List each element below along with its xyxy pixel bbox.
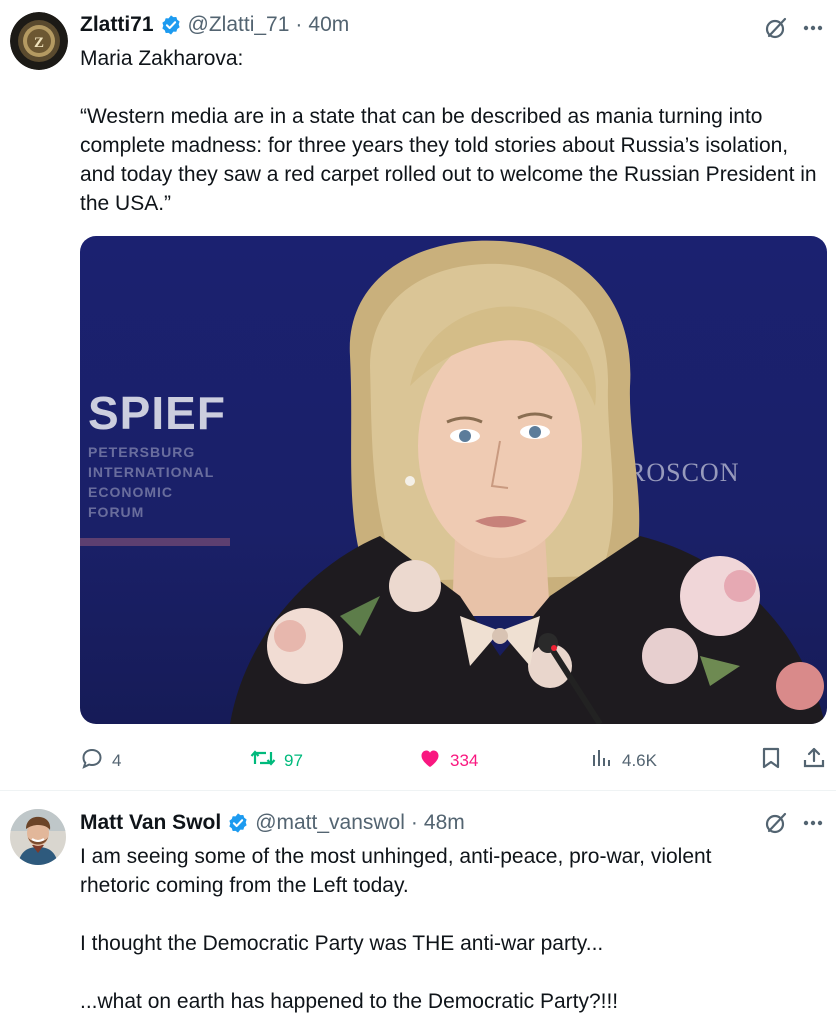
separator-dot: · <box>295 13 303 36</box>
tweet-header: Matt Van Swol @matt_vanswol · 48m <box>80 811 465 835</box>
verified-badge-icon <box>160 14 182 36</box>
timestamp[interactable]: 40m <box>308 13 349 37</box>
handle[interactable]: @matt_vanswol <box>255 811 405 835</box>
avatar[interactable] <box>10 809 66 865</box>
tweet-text: Maria Zakharova: “Western media are in a… <box>80 44 820 218</box>
tweet-text-blank <box>80 73 820 102</box>
avatar[interactable]: Z <box>10 12 68 70</box>
tweet-action-bar: 4 97 334 4.6K <box>80 744 830 774</box>
timestamp[interactable]: 48m <box>424 811 465 835</box>
tweet-text-blank <box>80 958 780 987</box>
repost-button[interactable]: 97 <box>250 746 303 775</box>
share-button[interactable] <box>802 746 826 775</box>
verified-badge-icon <box>227 812 249 834</box>
more-icon[interactable] <box>802 16 824 45</box>
portrait-illustration <box>230 240 825 724</box>
views-count: 4.6K <box>622 750 657 770</box>
tweet-text-line: ...what on earth has happened to the Dem… <box>80 990 619 1013</box>
tweet-text-blank <box>80 900 780 929</box>
repost-count: 97 <box>284 750 303 770</box>
bookmark-icon <box>760 746 782 775</box>
grok-icon[interactable] <box>764 16 788 45</box>
tweet-text-line: I am seeing some of the most unhinged, a… <box>80 845 712 897</box>
more-icon[interactable] <box>802 811 824 840</box>
tweet-text-line: “Western media are in a state that can b… <box>80 105 817 215</box>
tweet-header: Zlatti71 @Zlatti_71 · 40m <box>80 13 349 37</box>
reply-count: 4 <box>112 750 122 770</box>
tweet-zlatti71[interactable]: Z Zlatti71 @Zlatti_71 · 40m Maria Zakhar… <box>0 0 836 790</box>
like-count: 334 <box>450 750 479 770</box>
svg-text:Z: Z <box>34 35 44 51</box>
like-icon <box>418 746 442 775</box>
views-icon <box>590 746 614 775</box>
views-button[interactable]: 4.6K <box>590 746 657 775</box>
tweet-text: I am seeing some of the most unhinged, a… <box>80 842 780 1016</box>
handle[interactable]: @Zlatti_71 <box>188 13 290 37</box>
tweet-photo[interactable]: SPIEF PETERSBURG INTERNATIONAL ECONOMIC … <box>80 236 827 724</box>
display-name[interactable]: Matt Van Swol <box>80 811 221 835</box>
reply-button[interactable]: 4 <box>80 746 121 775</box>
reply-icon <box>80 746 104 775</box>
display-name[interactable]: Zlatti71 <box>80 13 154 37</box>
tweet-text-line: Maria Zakharova: <box>80 47 244 70</box>
grok-icon[interactable] <box>764 811 788 840</box>
separator-dot: · <box>410 811 418 834</box>
tweet-matt-van-swol[interactable]: Matt Van Swol @matt_vanswol · 48m I am s… <box>0 791 836 1024</box>
tweet-top-actions <box>764 16 824 45</box>
repost-icon <box>250 746 276 775</box>
share-icon <box>802 746 826 775</box>
tweet-text-line: I thought the Democratic Party was THE a… <box>80 932 604 955</box>
tweet-top-actions <box>764 811 824 840</box>
bookmark-button[interactable] <box>760 746 782 775</box>
like-button[interactable]: 334 <box>418 746 478 775</box>
